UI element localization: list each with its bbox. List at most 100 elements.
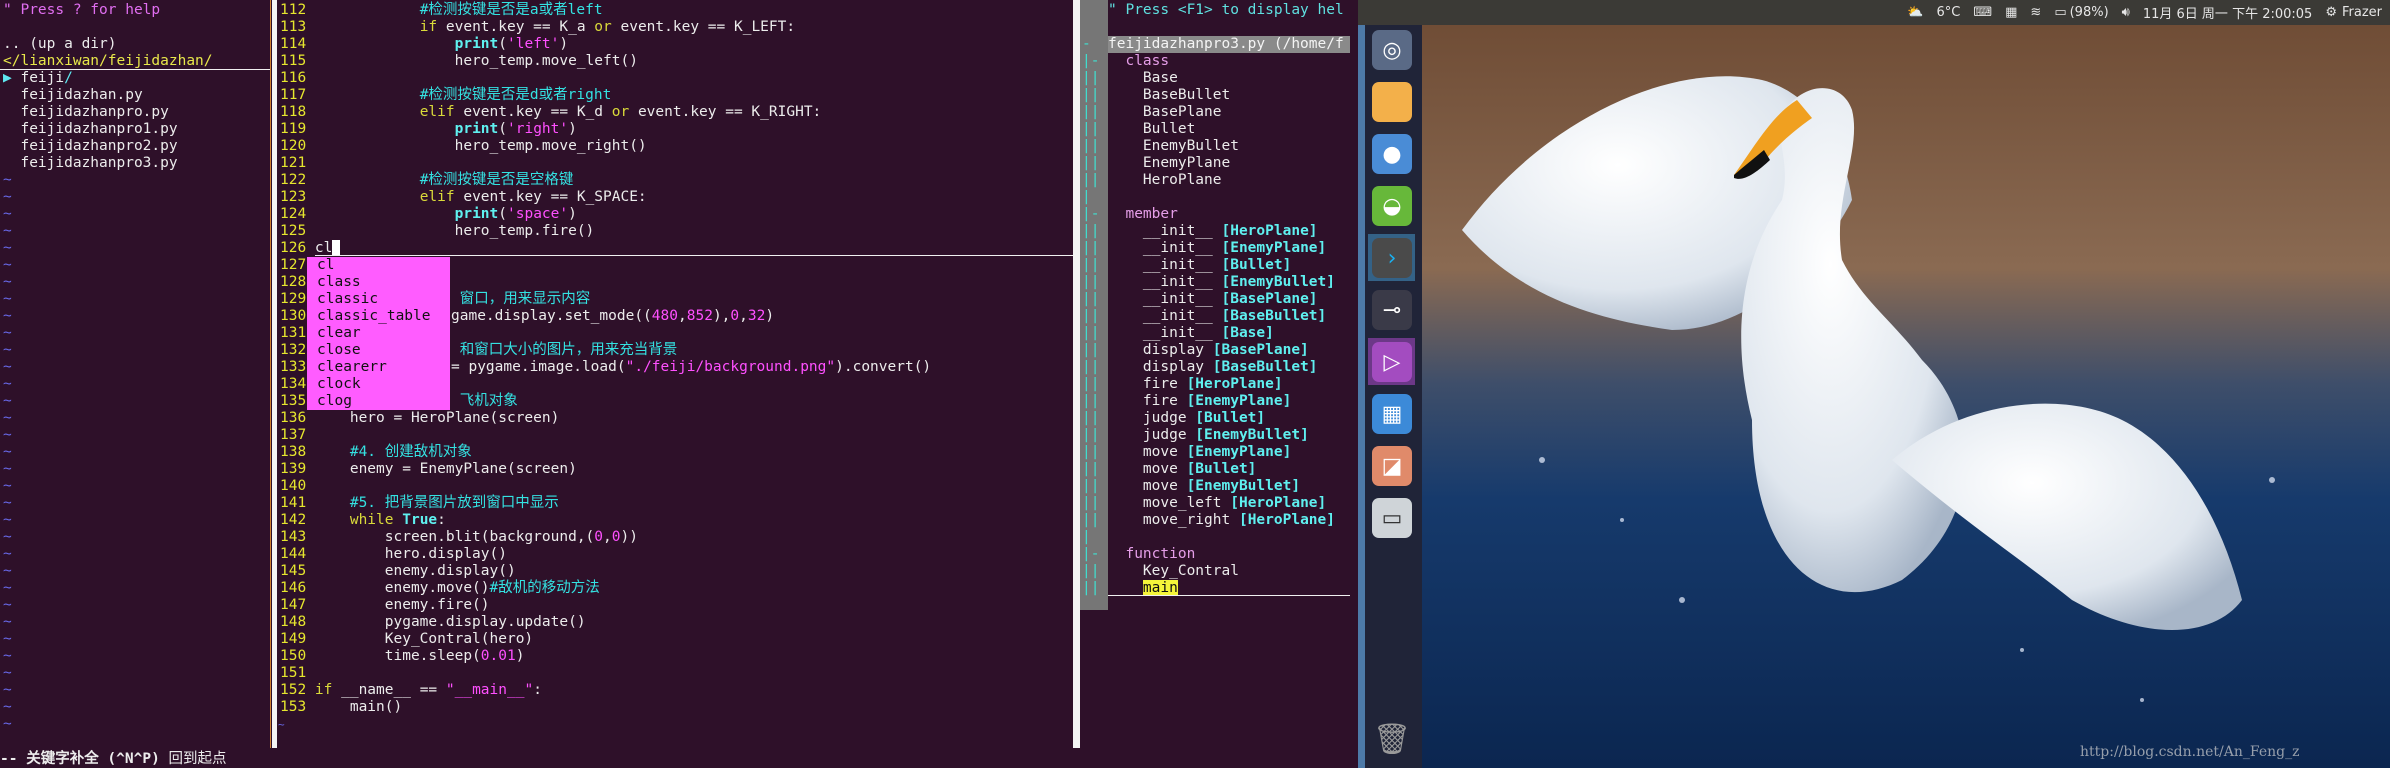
code-line[interactable]: 143 screen.blit(background,(0,0)): [280, 529, 638, 546]
video-player-icon[interactable]: ▷: [1372, 342, 1412, 382]
clock[interactable]: 11月 6日 周一 下午 2:00:05: [2143, 3, 2312, 22]
tag-item[interactable]: move [EnemyPlane]: [1108, 444, 1291, 461]
completion-item[interactable]: class: [317, 274, 361, 291]
tree-item-file[interactable]: feijidazhanpro2.py: [3, 138, 177, 155]
vertical-separator-left[interactable]: [272, 0, 277, 748]
tag-item[interactable]: __init__ [EnemyBullet]: [1108, 274, 1335, 291]
code-line[interactable]: 113 if event.key == K_a or event.key == …: [280, 19, 795, 36]
files-icon[interactable]: [1372, 82, 1412, 122]
user-name[interactable]: Frazer: [2342, 5, 2382, 20]
tag-group-member[interactable]: member: [1108, 206, 1177, 223]
completion-menu[interactable]: cl class classic classic_table clear close cle…: [307, 257, 450, 410]
current-path[interactable]: </lianxiwan/feijidazhan/: [3, 53, 213, 70]
tag-item[interactable]: EnemyBullet: [1108, 138, 1239, 155]
completion-item[interactable]: clog: [317, 393, 352, 410]
completion-item[interactable]: clock: [317, 376, 361, 393]
tag-item[interactable]: Base: [1108, 70, 1178, 87]
presentation-icon[interactable]: ◪: [1372, 446, 1412, 486]
tag-item[interactable]: __init__ [Base]: [1108, 325, 1274, 342]
tag-item[interactable]: Bullet: [1108, 121, 1195, 138]
trash-icon[interactable]: 🗑︎: [1372, 719, 1412, 759]
code-line[interactable]: 139 enemy = EnemyPlane(screen): [280, 461, 577, 478]
completion-item[interactable]: close: [317, 342, 361, 359]
keyboard-icon[interactable]: ⌨: [1973, 5, 1992, 20]
code-line[interactable]: 124 print('space'): [280, 206, 577, 223]
terminal-window[interactable]: " Press ? for help .. (up a dir) </lianxiw…: [0, 0, 1358, 768]
tagbar-panel[interactable]: " Press <F1> to display hel - feijidazhanp…: [1080, 0, 1350, 750]
code-line[interactable]: 115 hero_temp.move_left(): [280, 53, 638, 70]
code-line[interactable]: 136 hero = HeroPlane(screen): [280, 410, 559, 427]
code-line[interactable]: 149 Key_Contral(hero): [280, 631, 533, 648]
code-line[interactable]: 117 #检测按键是否是d或者right: [280, 87, 611, 104]
code-line[interactable]: 121: [280, 155, 315, 172]
battery-percent[interactable]: (98%): [2070, 5, 2109, 20]
tree-item-folder[interactable]: ▶ feiji/: [3, 70, 73, 87]
code-line[interactable]: 140: [280, 478, 315, 495]
tag-item[interactable]: display [BaseBullet]: [1108, 359, 1318, 376]
code-line[interactable]: 141 #5. 把背景图片放到窗口中显示: [280, 495, 559, 512]
tree-item-file[interactable]: feijidazhan.py: [3, 87, 142, 104]
nerdtree-panel[interactable]: " Press ? for help .. (up a dir) </lianxiw…: [0, 0, 271, 750]
tag-item[interactable]: judge [Bullet]: [1108, 410, 1265, 427]
code-line[interactable]: 142 while True:: [280, 512, 446, 529]
code-line[interactable]: 148 pygame.display.update(): [280, 614, 586, 631]
code-line[interactable]: 138 #4. 创建敌机对象: [280, 444, 472, 461]
tag-item[interactable]: move [EnemyBullet]: [1108, 478, 1300, 495]
code-line[interactable]: 137: [280, 427, 315, 444]
completion-item[interactable]: classic: [317, 291, 378, 308]
tag-item[interactable]: display [BasePlane]: [1108, 342, 1309, 359]
tag-item[interactable]: judge [EnemyBullet]: [1108, 427, 1309, 444]
tag-item[interactable]: BasePlane: [1108, 104, 1222, 121]
code-line[interactable]: 150 time.sleep(0.01): [280, 648, 524, 665]
code-line[interactable]: 112 #检测按键是否是a或者left: [280, 2, 603, 19]
software-center-icon[interactable]: ◒: [1372, 186, 1412, 226]
tag-item[interactable]: BaseBullet: [1108, 87, 1230, 104]
code-line[interactable]: 153 main(): [280, 699, 402, 716]
tree-item-file[interactable]: feijidazhanpro1.py: [3, 121, 177, 138]
tag-item[interactable]: EnemyPlane: [1108, 155, 1230, 172]
code-line[interactable]: 116: [280, 70, 315, 87]
tag-item[interactable]: Key_Contral: [1108, 563, 1239, 580]
tag-item[interactable]: __init__ [HeroPlane]: [1108, 223, 1318, 240]
code-line[interactable]: 152 if __name__ == "__main__":: [280, 682, 542, 699]
code-line[interactable]: 114 print('left'): [280, 36, 568, 53]
tag-item[interactable]: fire [EnemyPlane]: [1108, 393, 1291, 410]
tree-item-file[interactable]: feijidazhanpro3.py: [3, 155, 177, 172]
code-line[interactable]: 119 print('right'): [280, 121, 577, 138]
tag-item[interactable]: move_right [HeroPlane]: [1108, 512, 1335, 529]
tag-item[interactable]: __init__ [EnemyPlane]: [1108, 240, 1326, 257]
battery-icon[interactable]: ▭: [2054, 5, 2066, 20]
code-line[interactable]: 122 #检测按键是否是空格键: [280, 172, 573, 189]
code-line[interactable]: 151: [280, 665, 315, 682]
completion-item[interactable]: clearerr: [317, 359, 387, 376]
tag-item[interactable]: HeroPlane: [1108, 172, 1222, 189]
code-line[interactable]: 145 enemy.display(): [280, 563, 516, 580]
tag-item[interactable]: __init__ [BasePlane]: [1108, 291, 1318, 308]
gear-icon[interactable]: ⚙: [2325, 5, 2337, 20]
tag-item[interactable]: move_left [HeroPlane]: [1108, 495, 1326, 512]
tag-item[interactable]: __init__ [BaseBullet]: [1108, 308, 1326, 325]
hdd-icon[interactable]: ▭: [1372, 498, 1412, 538]
file-header[interactable]: feijidazhanpro3.py (/home/f: [1108, 36, 1350, 53]
code-line[interactable]: 147 enemy.fire(): [280, 597, 490, 614]
calendar-icon[interactable]: ▦: [2005, 5, 2017, 20]
code-line[interactable]: 120 hero_temp.move_right(): [280, 138, 647, 155]
tag-item[interactable]: __init__ [Bullet]: [1108, 257, 1291, 274]
code-line[interactable]: 118 elif event.key == K_d or event.key =…: [280, 104, 821, 121]
workspace-switcher-icon[interactable]: ▦: [1372, 394, 1412, 434]
code-line[interactable]: 144 hero.display(): [280, 546, 507, 563]
tag-item[interactable]: fire [HeroPlane]: [1108, 376, 1283, 393]
screen-recorder-icon[interactable]: ⊸: [1372, 290, 1412, 330]
chromium-icon[interactable]: ●: [1372, 134, 1412, 174]
volume-icon[interactable]: 🔊︎: [2122, 5, 2130, 20]
ubuntu-dash-icon[interactable]: ◎: [1372, 30, 1412, 70]
temperature[interactable]: 6°C: [1936, 5, 1960, 20]
completion-item[interactable]: cl: [317, 257, 334, 274]
completion-item[interactable]: classic_table: [317, 308, 431, 325]
vertical-separator-right[interactable]: [1073, 0, 1080, 748]
code-line[interactable]: 123 elif event.key == K_SPACE:: [280, 189, 647, 206]
tag-group-class[interactable]: class: [1108, 53, 1169, 70]
updir-item[interactable]: .. (up a dir): [3, 36, 117, 53]
code-line[interactable]: 125 hero_temp.fire(): [280, 223, 594, 240]
completion-item[interactable]: clear: [317, 325, 361, 342]
